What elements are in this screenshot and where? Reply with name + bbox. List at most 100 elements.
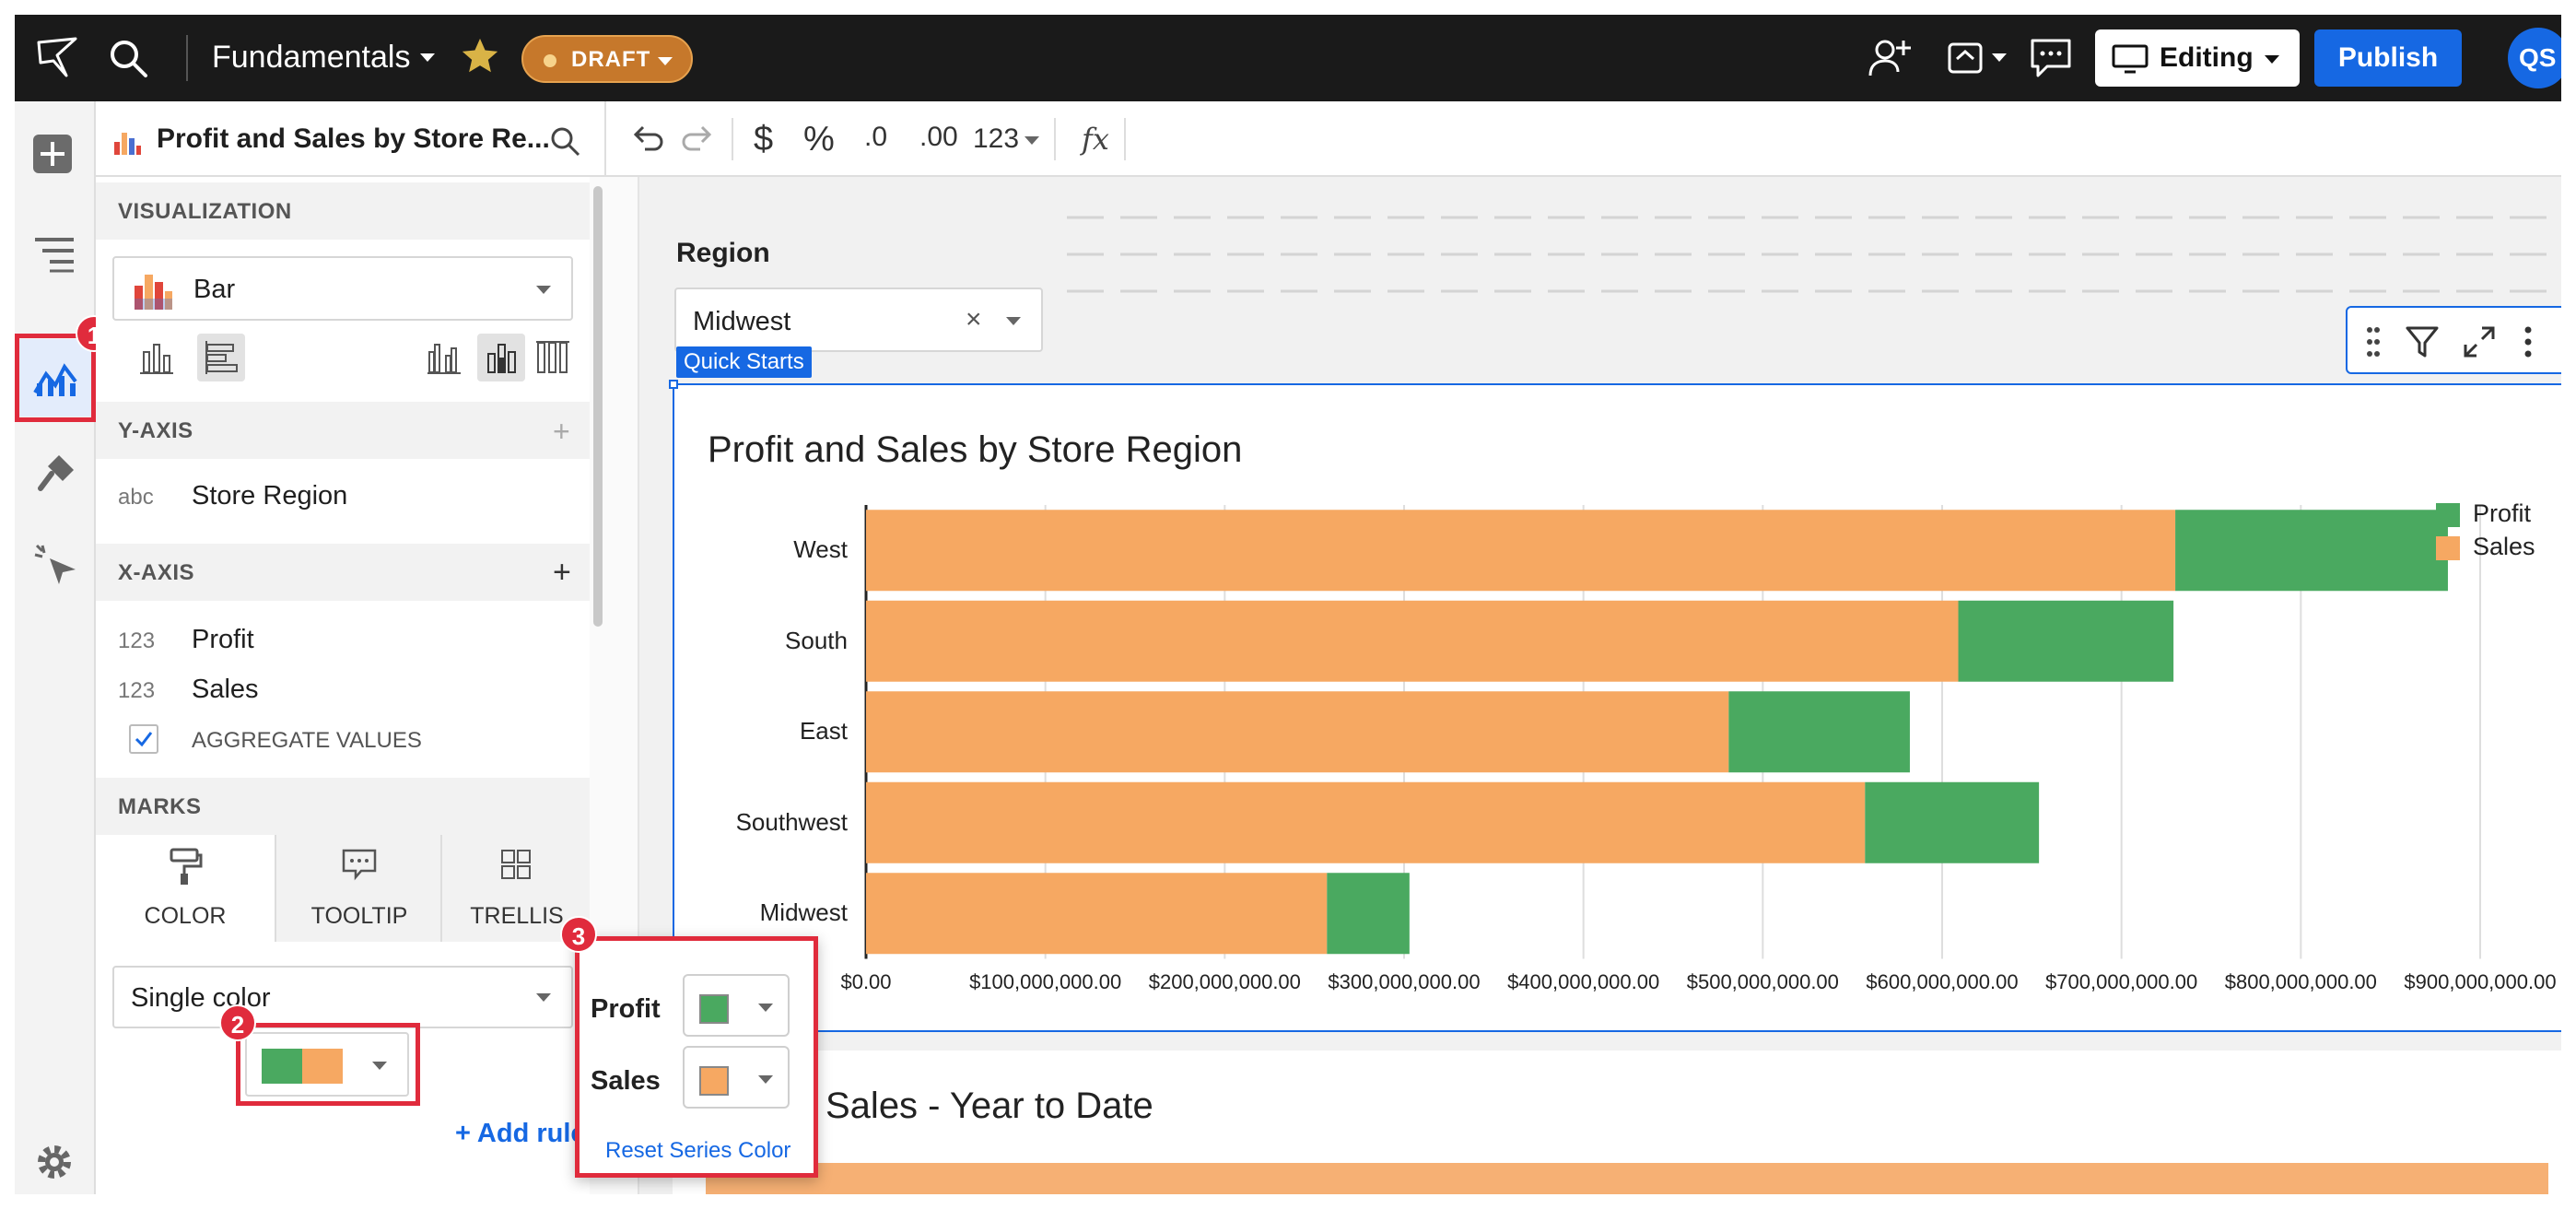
x-tick-label: $800,000,000.00 [2224,969,2377,993]
profit-color-select[interactable] [683,974,790,1037]
bar-profit-west[interactable] [2175,510,2448,592]
tab-tooltip[interactable]: TOOLTIP [275,835,440,942]
workbook-canvas: Region Midwest × Quick Starts Profit and… [606,177,2561,1194]
scrollbar-thumb[interactable] [593,186,603,627]
editing-mode-button[interactable]: Editing [2095,29,2300,87]
tab-color-label: COLOR [144,903,227,929]
sales-ytd-element[interactable]: Sales - Year to Date [673,1051,2561,1194]
chart-type-value: Bar [193,275,236,304]
panel-header: Profit and Sales by Store Re... [96,101,606,177]
legend-swatch-profit [2436,503,2460,527]
tooltip-icon [342,849,377,881]
bar-chart-icon [135,275,172,310]
draft-status-badge[interactable]: DRAFT [521,35,693,83]
bar-sales-east[interactable] [866,691,1729,773]
quick-starts-tag[interactable]: Quick Starts [676,346,812,378]
bar-profit-south[interactable] [1958,600,2174,682]
horizontal-bars-button[interactable] [197,334,245,381]
chart-type-select[interactable]: Bar [112,256,573,321]
add-user-icon[interactable] [1867,35,1913,81]
chevron-down-icon[interactable] [1992,53,2007,62]
number-format-button[interactable]: 123 [973,123,1019,155]
x-axis-field-profit[interactable]: Profit [192,625,254,655]
bar-sales-midwest[interactable] [866,873,1328,955]
undo-icon[interactable] [632,122,665,155]
more-options-icon[interactable] [2523,324,2534,359]
clear-filter-icon[interactable]: × [966,304,982,335]
bar-sales-west[interactable] [866,510,2176,592]
percent-stacked-icon[interactable] [534,339,571,376]
star-icon[interactable] [459,35,501,77]
chart-element[interactable]: Profit and Sales by Store Region $0.00 $1… [669,380,2561,1032]
chevron-down-icon[interactable] [1025,136,1039,145]
actions-cursor-icon[interactable] [33,542,79,588]
visualization-section-header: VISUALIZATION [96,182,590,240]
comment-icon[interactable] [2029,37,2073,79]
element-title[interactable]: Profit and Sales by Store Re... [157,123,550,155]
filter-funnel-icon[interactable] [2405,324,2440,359]
outline-icon[interactable] [33,236,76,273]
reset-series-color-link[interactable]: Reset Series Color [605,1138,790,1164]
currency-format-button[interactable]: $ [754,120,773,159]
publish-button[interactable]: Publish [2314,29,2462,87]
series-color-popover: Profit Sales Reset Series Color [575,936,818,1178]
x-tick-label: $500,000,000.00 [1686,969,1839,993]
expand-icon[interactable] [2462,324,2497,359]
region-filter-select[interactable]: Midwest × [674,288,1043,352]
format-brush-icon[interactable] [35,452,77,494]
profit-color-swatch [699,994,729,1024]
x-axis-field-sales[interactable]: Sales [192,675,259,705]
y-tick-label: South [785,626,848,654]
bar-sales-southwest[interactable] [866,781,1866,863]
tab-color[interactable]: COLOR [96,835,275,942]
settings-gear-icon[interactable] [33,1141,76,1183]
decrease-decimals-button[interactable]: .0 [864,122,887,153]
redo-icon[interactable] [680,122,713,155]
chevron-down-icon[interactable] [420,53,435,62]
grouped-bars-icon[interactable] [426,339,463,376]
drag-handle-icon[interactable] [2366,326,2381,358]
increase-decimals-button[interactable]: .00 [919,122,958,153]
sales-ytd-title: Sales - Year to Date [825,1086,1153,1126]
sales-color-select[interactable] [683,1046,790,1109]
y-axis-field[interactable]: Store Region [192,481,347,511]
app-window: Fundamentals DRAFT Editing Publish QS 1 … [15,15,2561,1194]
add-x-axis-button[interactable]: + [553,555,571,591]
bar-sales-south[interactable] [866,600,1959,682]
search-icon[interactable] [107,37,149,79]
left-rail: 1 [15,101,112,1194]
chevron-down-icon[interactable] [1006,317,1021,325]
add-element-button[interactable] [33,135,72,173]
stacked-bars-button[interactable] [477,334,525,381]
percent-format-button[interactable]: % [803,120,835,159]
user-avatar[interactable]: QS [2508,28,2561,88]
chevron-down-icon [758,1075,773,1084]
top-bar: Fundamentals DRAFT Editing Publish QS [15,15,2561,101]
aggregate-values-checkbox[interactable] [129,724,158,754]
color-mode-select[interactable]: Single color [112,966,573,1028]
x-tick-label: $300,000,000.00 [1328,969,1481,993]
formula-icon[interactable]: fx [1082,122,1109,157]
annotation-box-2 [236,1023,420,1106]
y-tick-label: Midwest [759,898,848,927]
trellis-grid-icon [501,850,531,879]
bar-profit-midwest[interactable] [1327,873,1410,955]
popover-sales-label: Sales [591,1066,661,1096]
bar-profit-east[interactable] [1728,691,1910,773]
chevron-down-icon [658,57,673,65]
y-tick-label: Southwest [735,807,848,836]
monitor-icon [2112,44,2149,74]
status-dot [544,54,556,67]
sigma-logo-icon[interactable] [35,35,79,79]
bar-profit-southwest[interactable] [1865,781,2040,863]
add-rule-link[interactable]: + Add rule [455,1119,586,1149]
sync-icon[interactable] [1942,35,1988,81]
divider [732,118,733,160]
search-icon[interactable] [549,125,580,157]
x-tick-label: $200,000,000.00 [1148,969,1301,993]
vertical-bars-icon[interactable] [138,339,175,376]
add-y-axis-button[interactable]: + [553,415,570,449]
bar-chart-plot [864,505,2481,959]
draft-label: DRAFT [571,47,651,72]
workbook-title[interactable]: Fundamentals [212,40,410,76]
